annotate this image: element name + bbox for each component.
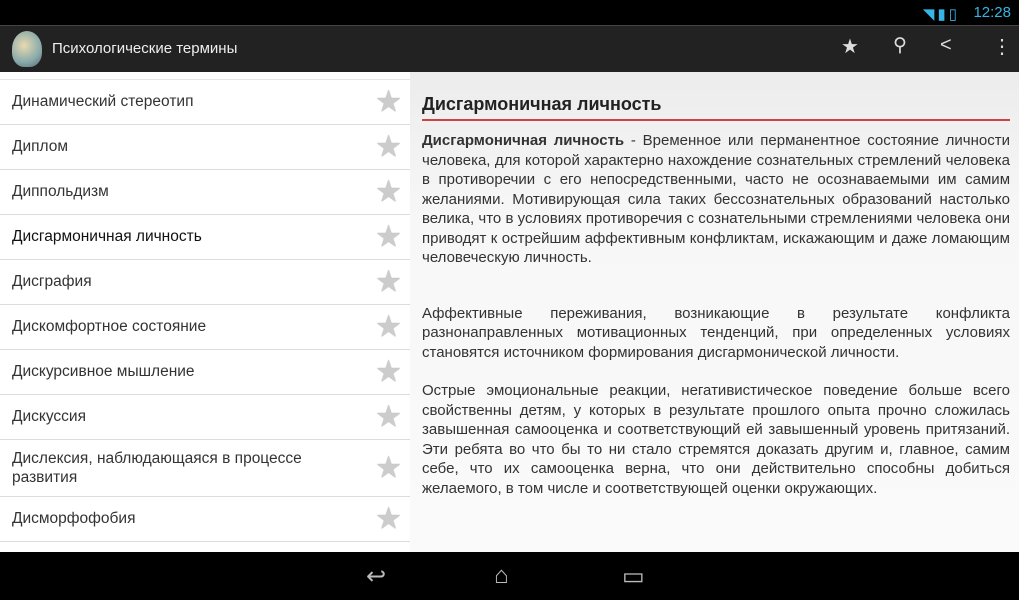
app-logo-icon[interactable] [12,31,42,67]
back-icon[interactable]: ↩ [366,562,386,591]
favorite-star-icon[interactable]: ★ [841,34,859,59]
clock: 12:28 [973,4,1011,21]
search-icon[interactable]: ⚲ [893,34,907,57]
article-title: Дисгармоничная личность [422,94,1010,121]
navigation-bar: ↩ ⌂ ▭ [0,552,1019,600]
term-label: Дискурсивное мышление [12,363,195,380]
term-label: Дисгармоничная личность [12,228,202,245]
list-item[interactable]: Дискуссия ★ [0,395,410,440]
home-icon[interactable]: ⌂ [494,562,509,590]
list-item-selected[interactable]: Дисгармоничная личность ★ [0,215,410,260]
article-paragraph: Дисгармоничная личность - Временное или … [422,131,1010,268]
status-icons: ◥ ▮ ▯ [923,5,957,23]
term-label: Дискомфортное состояние [12,318,207,335]
term-label: Диппольдизм [12,183,109,200]
star-icon[interactable]: ★ [375,355,402,390]
article-definition: - Временное или перманентное состояние л… [422,132,1010,266]
article-term: Дисгармоничная личность [422,132,625,149]
star-icon[interactable]: ★ [375,265,402,300]
star-icon[interactable]: ★ [375,310,402,345]
terms-list[interactable]: Динамический стереотип ★ Диплом ★ Диппольд… [0,72,410,552]
list-item[interactable]: Дискурсивное мышление ★ [0,350,410,395]
list-divider [0,72,410,80]
term-label: Диплом [12,138,69,155]
signal-icon: ▮ [937,6,946,23]
star-icon[interactable]: ★ [375,453,402,483]
term-label: Динамический стереотип [12,93,194,110]
list-item[interactable]: Диппольдизм ★ [0,170,410,215]
list-item[interactable]: Динамический стереотип ★ [0,80,410,125]
star-icon[interactable]: ★ [375,175,402,210]
term-label: Дисграфия [12,273,92,290]
term-label: Дисморфофобия [12,510,136,527]
list-item[interactable]: Дисграфия ★ [0,260,410,305]
term-label: Дискуссия [12,408,86,425]
action-bar: Психологические термины ★ ⚲ < ⋮ [0,25,1019,72]
share-icon[interactable]: < [940,34,952,57]
list-item[interactable]: Дискомфортное состояние ★ [0,305,410,350]
star-icon[interactable]: ★ [375,502,402,537]
article-pane[interactable]: Дисгармоничная личность Дисгармоничная л… [410,72,1019,552]
article-paragraph: Аффективные переживания, возникающие в р… [422,304,1010,361]
list-item[interactable]: Дисморфофобия ★ [0,497,410,542]
star-icon[interactable]: ★ [375,220,402,255]
overflow-menu-icon[interactable]: ⋮ [992,34,1012,59]
wifi-icon: ◥ [922,6,935,23]
status-bar: ◥ ▮ ▯ 12:28 [0,0,1019,25]
app-title: Психологические термины [52,40,238,57]
article-paragraph: Острые эмоциональные реакции, негативист… [422,382,1010,497]
recent-apps-icon[interactable]: ▭ [622,562,645,591]
battery-icon: ▯ [948,6,957,23]
star-icon[interactable]: ★ [375,85,402,120]
term-label: Дислексия, наблюдающаяся в процессе разв… [12,450,302,486]
list-item[interactable]: Диплом ★ [0,125,410,170]
list-item[interactable]: Дислексия, наблюдающаяся в процессе разв… [0,440,410,497]
star-icon[interactable]: ★ [375,400,402,435]
star-icon[interactable]: ★ [375,130,402,165]
